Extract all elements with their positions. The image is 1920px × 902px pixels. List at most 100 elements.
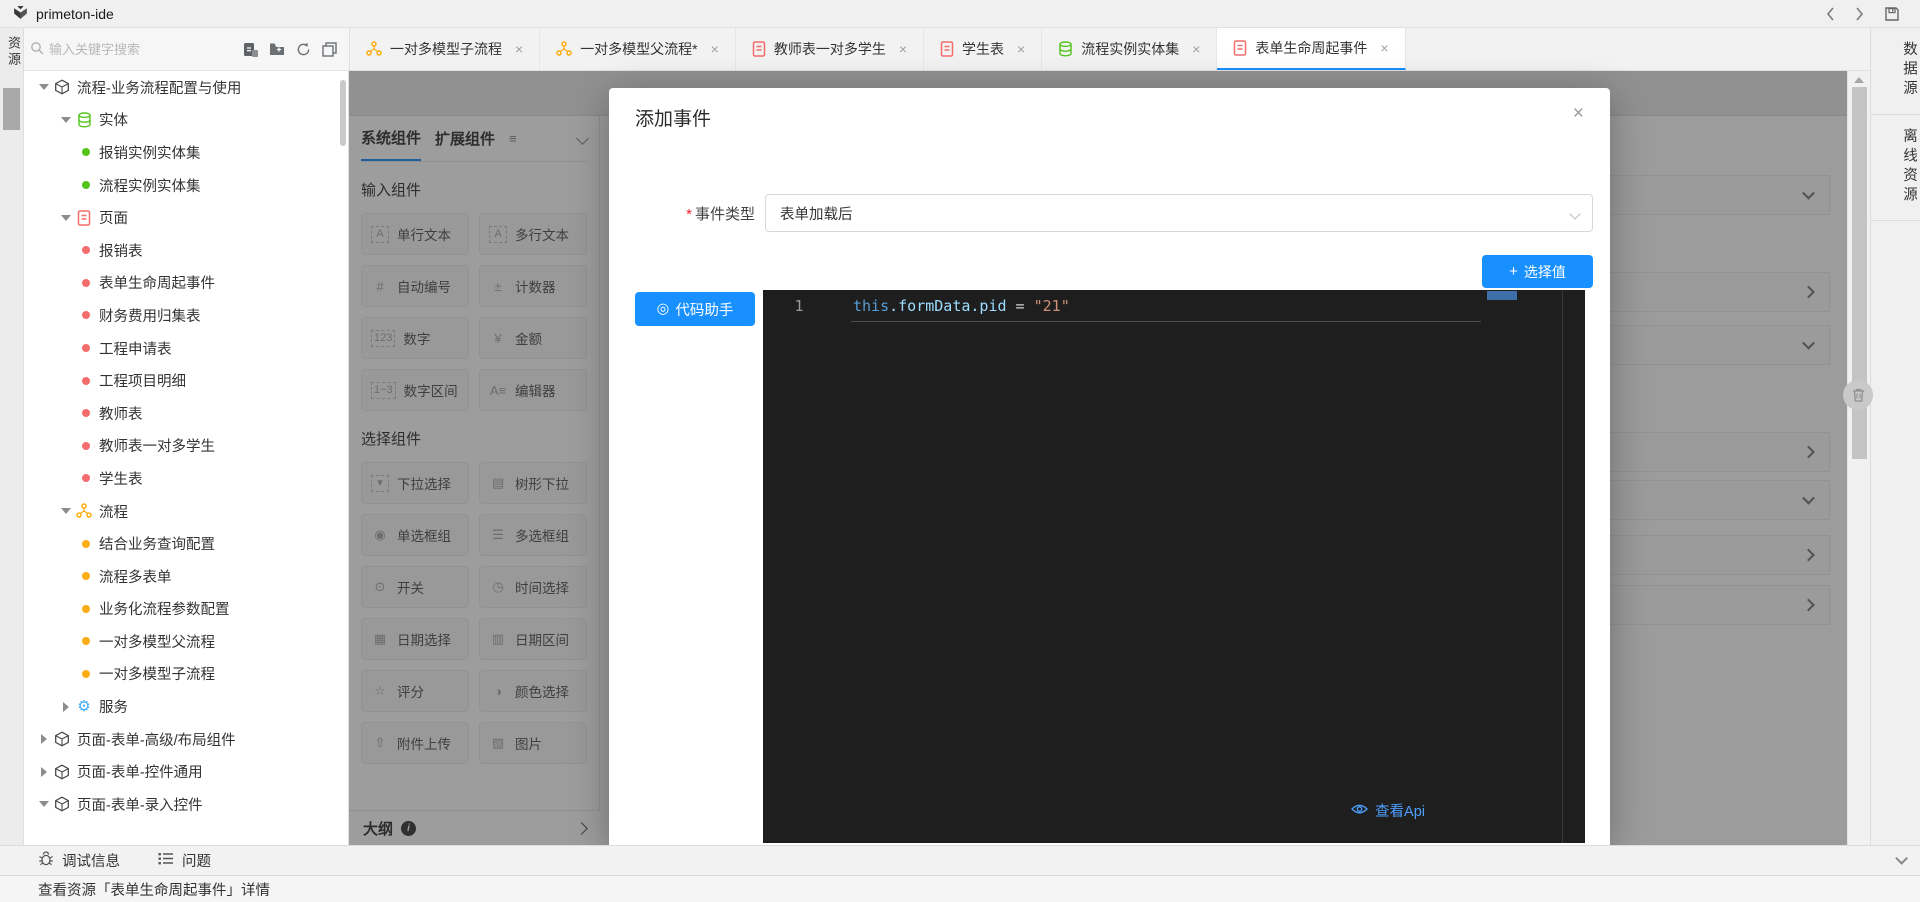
tree-item[interactable]: 实体 <box>24 104 348 137</box>
close-tab-icon[interactable]: × <box>1380 40 1388 56</box>
entity-icon <box>1058 41 1073 57</box>
problems-button[interactable]: 问题 <box>158 850 211 871</box>
right-panel-strip: 数据源 离线资源 <box>1870 28 1920 845</box>
tree-item-label: 页面 <box>99 211 128 228</box>
gear-icon: ⚙ <box>77 698 91 716</box>
strip-scroll-thumb[interactable] <box>3 88 20 130</box>
tree-item-label: 实体 <box>99 113 128 130</box>
tree-item-label: 流程 <box>99 504 128 521</box>
import-resource-icon[interactable] <box>243 42 258 57</box>
tree-scrollbar-thumb[interactable] <box>340 80 346 146</box>
expand-arrow-icon[interactable] <box>58 508 74 515</box>
collapse-panel-chevron-icon[interactable] <box>1895 852 1908 865</box>
tree-item[interactable]: 页面 <box>24 201 348 234</box>
tree-item[interactable]: 业务化流程参数配置 <box>24 593 348 626</box>
tree-item[interactable]: 教师表一对多学生 <box>24 430 348 463</box>
code-editor[interactable]: 1 this.formData.pid = "21" 查看Api <box>763 290 1585 843</box>
tree-item-label: 报销表 <box>99 243 143 260</box>
nav-forward-icon[interactable] <box>1855 6 1864 21</box>
tree-item-label: 学生表 <box>99 471 143 488</box>
right-strip-tab[interactable]: 离线资源 <box>1871 115 1920 221</box>
tree-item[interactable]: 学生表 <box>24 462 348 495</box>
tree-item[interactable]: ⚙ 服务 <box>24 690 348 723</box>
expand-arrow-icon[interactable] <box>36 734 52 745</box>
event-type-select[interactable]: 表单加载后 <box>765 194 1593 232</box>
resource-dot <box>82 311 90 320</box>
close-icon[interactable]: × <box>1573 104 1584 123</box>
tree-item-label: 一对多模型父流程 <box>99 634 215 651</box>
tree-item[interactable]: 流程实例实体集 <box>24 169 348 202</box>
nav-back-icon[interactable] <box>1826 6 1835 21</box>
tree-item[interactable]: 工程申请表 <box>24 332 348 365</box>
editor-tab[interactable]: 表单生命周起事件 × <box>1217 28 1406 70</box>
expand-arrow-icon[interactable] <box>58 701 74 712</box>
resource-dot <box>82 409 90 418</box>
expand-arrow-icon[interactable] <box>36 801 52 808</box>
close-tab-icon[interactable]: × <box>515 41 523 57</box>
resource-dot <box>82 474 90 483</box>
expand-arrow-icon[interactable] <box>58 214 74 221</box>
tree-item[interactable]: 页面-表单-高级/布局组件 <box>24 723 348 756</box>
tree-item[interactable]: 流程 <box>24 495 348 528</box>
tree-item-label: 工程项目明细 <box>99 374 186 391</box>
editor-tab[interactable]: 教师表一对多学生 × <box>736 28 925 70</box>
close-tab-icon[interactable]: × <box>899 41 907 57</box>
save-icon[interactable] <box>1884 6 1900 22</box>
view-api-link[interactable]: 查看Api <box>1351 800 1425 821</box>
editor-tab[interactable]: 一对多模型子流程 × <box>350 28 541 70</box>
tree-item[interactable]: 结合业务查询配置 <box>24 527 348 560</box>
tree-item[interactable]: 教师表 <box>24 397 348 430</box>
resource-dot <box>82 604 90 613</box>
tree-item[interactable]: 报销实例实体集 <box>24 136 348 169</box>
code-token: = <box>1006 297 1034 315</box>
tree-item[interactable]: 一对多模型父流程 <box>24 625 348 658</box>
list-icon <box>158 852 174 869</box>
flow-icon <box>366 41 382 57</box>
debug-info-button[interactable]: 调试信息 <box>38 850 120 871</box>
close-tab-icon[interactable]: × <box>1017 41 1025 57</box>
select-value-button[interactable]: + 选择值 <box>1482 255 1593 288</box>
tree-item[interactable]: 工程项目明细 <box>24 364 348 397</box>
tree-item[interactable]: 页面-表单-录入控件 <box>24 788 348 821</box>
tree-item[interactable]: 页面-表单-控件通用 <box>24 755 348 788</box>
editor-scrollbar-track <box>1562 290 1563 843</box>
tree-item[interactable]: 流程-业务流程配置与使用 <box>24 71 348 104</box>
trash-button[interactable] <box>1843 380 1873 410</box>
refresh-icon[interactable] <box>296 42 311 57</box>
tree-item[interactable]: 财务费用归集表 <box>24 299 348 332</box>
scroll-up-arrow-icon[interactable] <box>1854 77 1864 83</box>
resource-dot <box>82 572 90 581</box>
required-mark: * <box>686 206 692 223</box>
resource-dot <box>82 246 90 255</box>
tree-item[interactable]: 表单生命周起事件 <box>24 267 348 300</box>
canvas-scrollbar[interactable] <box>1847 71 1870 845</box>
strip-tab-resources[interactable]: 资源 <box>0 36 23 68</box>
tree-item-label: 财务费用归集表 <box>99 308 201 325</box>
expand-arrow-icon[interactable] <box>36 766 52 777</box>
search-input[interactable] <box>49 41 177 57</box>
editor-tab[interactable]: 学生表 × <box>924 28 1043 70</box>
expand-arrow-icon[interactable] <box>58 116 74 123</box>
tree-item[interactable]: 一对多模型子流程 <box>24 658 348 691</box>
tree-item-label: 页面-表单-控件通用 <box>77 765 203 782</box>
page-icon <box>1233 40 1247 56</box>
tree-item[interactable]: 报销表 <box>24 234 348 267</box>
eye-icon <box>1351 803 1368 819</box>
code-line: this.formData.pid = "21" <box>853 297 1070 315</box>
close-tab-icon[interactable]: × <box>711 41 719 57</box>
right-strip-tab[interactable]: 数据源 <box>1871 28 1920 115</box>
editor-tab[interactable]: 一对多模型父流程* × <box>540 28 736 70</box>
new-folder-icon[interactable] <box>269 42 285 56</box>
expand-arrow-icon[interactable] <box>36 84 52 91</box>
close-tab-icon[interactable]: × <box>1192 41 1200 57</box>
code-assist-button[interactable]: ◎ 代码助手 <box>635 292 755 326</box>
editor-tab-bar: 一对多模型子流程 × 一对多模型父流程* × 教师表一对多学生 × 学生表 × 流程实例实体集 ×… <box>349 28 1870 71</box>
tree-item[interactable]: 流程多表单 <box>24 560 348 593</box>
tab-label: 一对多模型父流程* <box>580 41 698 57</box>
collapse-panels-icon[interactable] <box>322 41 337 57</box>
app-title: primeton-ide <box>36 5 114 22</box>
resource-dot <box>82 669 90 678</box>
editor-tab[interactable]: 流程实例实体集 × <box>1042 28 1218 70</box>
tree-item-label: 流程多表单 <box>99 569 172 586</box>
tab-label: 表单生命周起事件 <box>1255 40 1368 56</box>
